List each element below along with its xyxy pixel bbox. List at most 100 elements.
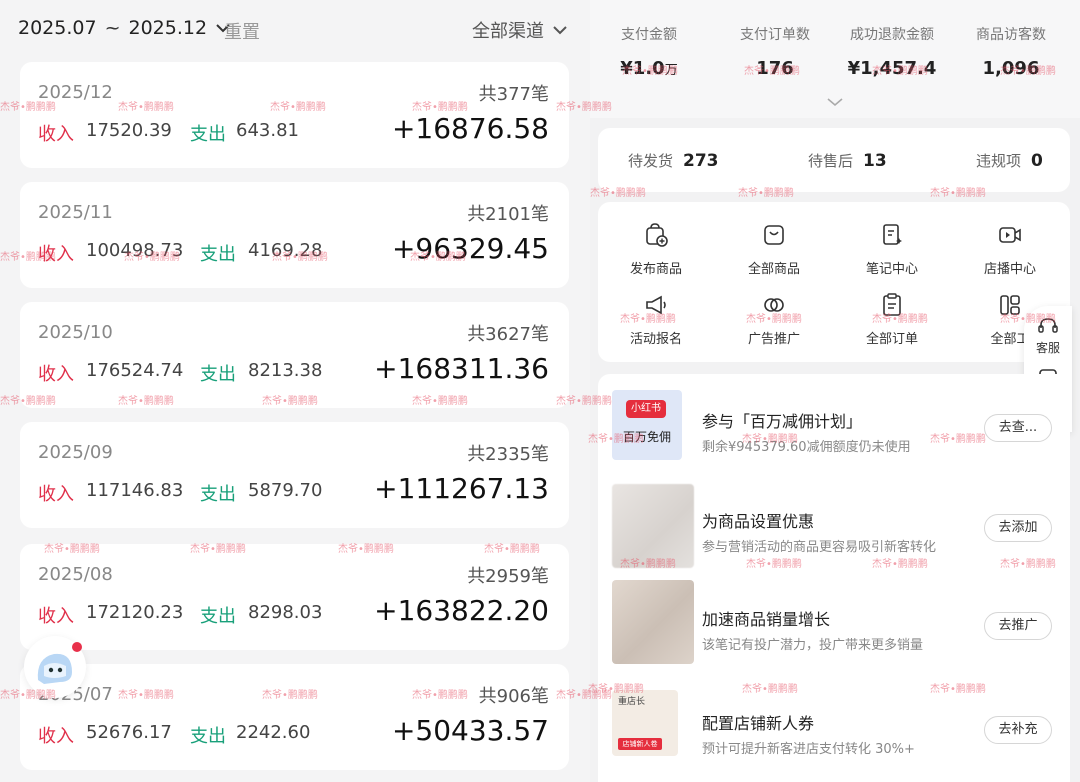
customer-service-button[interactable]: 客服 bbox=[1024, 316, 1072, 356]
month-date: 2025/10 bbox=[38, 322, 113, 343]
stat-label: 支付订单数 bbox=[740, 27, 810, 43]
pending-shipment[interactable]: 待发货 273 bbox=[628, 150, 719, 171]
task-thumbnail bbox=[612, 580, 694, 664]
month-card[interactable]: 2025/12 共377笔 收入 17520.39 支出 643.81 +16876.58 bbox=[20, 62, 569, 168]
task-thumbnail: 小红书 百万免佣 bbox=[612, 390, 682, 460]
task-title: 参与「百万减佣计划」 bbox=[702, 412, 863, 431]
task-title: 配置店铺新人券 bbox=[702, 714, 815, 733]
channel-label: 全部渠道 bbox=[472, 21, 544, 42]
month-count: 共906笔 bbox=[478, 686, 549, 707]
expense-value: 2242.60 bbox=[236, 722, 311, 743]
date-range-picker[interactable]: 2025.07 ~ 2025.12 bbox=[18, 17, 231, 39]
stat-value: 176 bbox=[756, 58, 794, 79]
income-value: 100498.73 bbox=[86, 240, 184, 261]
month-count: 共2335笔 bbox=[467, 444, 549, 465]
notification-dot bbox=[72, 642, 82, 652]
tool-live-center[interactable]: 店播中心 bbox=[960, 222, 1060, 277]
pending-value: 0 bbox=[1031, 151, 1043, 171]
stat-payment-amount[interactable]: 支付金额 ¥1.0万 bbox=[590, 24, 708, 79]
pending-label: 违规项 bbox=[976, 152, 1022, 170]
pending-violations[interactable]: 违规项 0 bbox=[976, 150, 1043, 171]
thumb-label: 重店长 bbox=[618, 697, 646, 707]
stat-refund-amount[interactable]: 成功退款金额 ¥1,457.4 bbox=[833, 24, 951, 79]
stat-order-count[interactable]: 支付订单数 176 bbox=[716, 24, 834, 79]
task-action-button[interactable]: 去添加 bbox=[984, 514, 1052, 542]
pending-label: 待发货 bbox=[628, 152, 674, 170]
channel-dropdown[interactable]: 全部渠道 bbox=[472, 17, 568, 43]
income-label: 收入 bbox=[38, 124, 74, 145]
tool-all-products[interactable]: 全部商品 bbox=[724, 222, 824, 277]
month-count: 共3627笔 bbox=[467, 324, 549, 345]
net-amount: +16876.58 bbox=[391, 112, 549, 145]
month-card[interactable]: 2025/11 共2101笔 收入 100498.73 支出 4169.28 +96329.… bbox=[20, 182, 569, 288]
income-value: 52676.17 bbox=[86, 722, 172, 743]
stat-label: 成功退款金额 bbox=[850, 27, 934, 43]
expense-value: 643.81 bbox=[236, 120, 299, 141]
expense-label: 支出 bbox=[190, 124, 226, 145]
expense-label: 支出 bbox=[200, 364, 236, 385]
task-title: 加速商品销量增长 bbox=[702, 610, 831, 629]
task-desc: 预计可提升新客进店支付转化 30%+ bbox=[702, 742, 915, 757]
tool-campaign-signup[interactable]: 活动报名 bbox=[606, 292, 706, 347]
tool-label: 店播中心 bbox=[983, 262, 1036, 277]
date-separator: ~ bbox=[104, 17, 121, 39]
stat-product-visitors[interactable]: 商品访客数 1,096 bbox=[952, 24, 1070, 79]
chevron-down-icon bbox=[553, 26, 567, 35]
expense-label: 支出 bbox=[200, 484, 236, 505]
expense-value: 8213.38 bbox=[248, 360, 323, 381]
tool-publish-product[interactable]: 发布商品 bbox=[606, 222, 706, 277]
stat-label: 商品访客数 bbox=[976, 27, 1046, 43]
tool-label: 全部商品 bbox=[747, 262, 800, 277]
net-amount: +50433.57 bbox=[391, 714, 549, 747]
expand-chevron-icon[interactable] bbox=[826, 96, 844, 108]
income-value: 117146.83 bbox=[86, 480, 184, 501]
net-amount: +168311.36 bbox=[374, 352, 549, 385]
tool-label: 笔记中心 bbox=[865, 262, 918, 277]
income-value: 172120.23 bbox=[86, 602, 184, 623]
task-action-button[interactable]: 去查... bbox=[984, 414, 1052, 442]
tool-label: 活动报名 bbox=[629, 332, 682, 347]
assistant-float-button[interactable] bbox=[24, 636, 86, 698]
task-action-button[interactable]: 去补充 bbox=[984, 716, 1052, 744]
month-date: 2025/12 bbox=[38, 82, 113, 103]
tool-all-orders[interactable]: 全部订单 bbox=[842, 292, 942, 347]
service-label: 客服 bbox=[1035, 341, 1060, 355]
task-action-button[interactable]: 去推广 bbox=[984, 612, 1052, 640]
task-thumbnail bbox=[612, 484, 694, 568]
income-summary-panel: 2025.07 ~ 2025.12 重置 全部渠道 2025/12 共377笔 收入… bbox=[0, 0, 590, 782]
month-card[interactable]: 2025/07 共906笔 收入 52676.17 支出 2242.60 +50433.57 bbox=[20, 664, 569, 770]
pending-label: 待售后 bbox=[808, 152, 854, 170]
income-label: 收入 bbox=[38, 484, 74, 505]
reset-button[interactable]: 重置 bbox=[224, 18, 260, 44]
tool-notes-center[interactable]: 笔记中心 bbox=[842, 222, 942, 277]
tool-ad-promotion[interactable]: 广告推广 bbox=[724, 292, 824, 347]
task-commission-plan[interactable]: 小红书 百万免佣 参与「百万减佣计划」 剩余¥945379.60减佣额度仍未使用… bbox=[598, 380, 1070, 478]
net-amount: +111267.13 bbox=[374, 472, 549, 505]
month-date: 2025/09 bbox=[38, 442, 113, 463]
thumb-badge: 店铺新人卷 bbox=[618, 738, 662, 750]
stat-value: ¥1.0万 bbox=[620, 58, 678, 79]
stat-value: 1,096 bbox=[982, 58, 1040, 79]
month-card[interactable]: 2025/09 共2335笔 收入 117146.83 支出 5879.70 +111267… bbox=[20, 422, 569, 528]
income-label: 收入 bbox=[38, 606, 74, 627]
ad-promotion-icon bbox=[764, 298, 784, 312]
shop-dashboard-panel: 支付金额 ¥1.0万 支付订单数 176 成功退款金额 ¥1,457.4 商品访… bbox=[590, 0, 1080, 782]
tool-label: 全部订单 bbox=[865, 332, 918, 347]
task-desc: 剩余¥945379.60减佣额度仍未使用 bbox=[702, 440, 911, 455]
month-card[interactable]: 2025/10 共3627笔 收入 176524.74 支出 8213.38 +168311… bbox=[20, 302, 569, 408]
expense-label: 支出 bbox=[190, 726, 226, 747]
date-start: 2025.07 bbox=[18, 17, 97, 39]
task-boost-sales[interactable]: 加速商品销量增长 该笔记有投广潜力，投广带来更多销量 去推广 bbox=[598, 578, 1070, 676]
month-card[interactable]: 2025/08 共2959笔 收入 172120.23 支出 8298.03 +163822… bbox=[20, 544, 569, 650]
income-value: 176524.74 bbox=[86, 360, 184, 381]
xiaohongshu-badge: 小红书 bbox=[626, 400, 666, 418]
income-label: 收入 bbox=[38, 244, 74, 265]
all-products-icon bbox=[764, 225, 784, 245]
stat-value: ¥1,457.4 bbox=[847, 58, 937, 79]
task-set-discount[interactable]: 为商品设置优惠 参与营销活动的商品更容易吸引新客转化 去添加 bbox=[598, 480, 1070, 578]
pending-aftersale[interactable]: 待售后 13 bbox=[808, 150, 887, 171]
task-title: 为商品设置优惠 bbox=[702, 512, 815, 531]
task-newcomer-coupon[interactable]: 重店长 店铺新人卷 配置店铺新人券 预计可提升新客进店支付转化 30%+ 去补充 bbox=[598, 682, 1070, 780]
income-value: 17520.39 bbox=[86, 120, 172, 141]
expense-value: 4169.28 bbox=[248, 240, 323, 261]
